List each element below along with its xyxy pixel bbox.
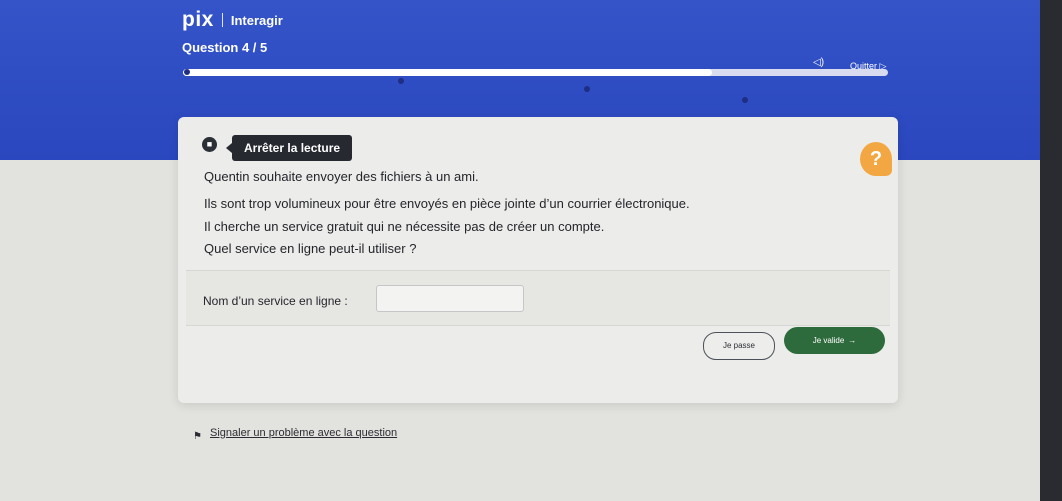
progress-fill <box>183 69 712 76</box>
progress-step-dot <box>184 69 190 75</box>
brand: pix Interagir <box>182 8 283 32</box>
app-name: Interagir <box>230 12 283 28</box>
screen-edge <box>1040 0 1062 501</box>
speaker-icon[interactable]: ◁) <box>813 57 824 68</box>
stop-reading-icon[interactable]: ■ <box>202 137 217 152</box>
answer-label: Nom d’un service en ligne : <box>203 294 348 308</box>
question-text-line: Ils sont trop volumineux pour être envoy… <box>204 196 690 211</box>
skip-button[interactable]: Je passe <box>703 332 775 360</box>
stop-reading-tooltip[interactable]: Arrêter la lecture <box>225 135 353 161</box>
question-prompt: Quel service en ligne peut-il utiliser ? <box>204 241 417 256</box>
arrow-right-icon: → <box>848 336 857 345</box>
progress-step-dot <box>742 97 748 103</box>
brand-separator <box>221 13 223 27</box>
progress-step-dot <box>398 78 404 84</box>
progress-step-dot <box>584 86 590 92</box>
validate-label: Je valide <box>812 336 845 345</box>
report-problem-link[interactable]: Signaler un problème avec la question <box>210 427 397 439</box>
question-text-line: Il cherche un service gratuit qui ne néc… <box>204 219 605 234</box>
pix-logo[interactable]: pix <box>182 8 214 32</box>
service-name-input[interactable] <box>376 285 524 312</box>
validate-button[interactable]: Je valide → <box>784 327 885 354</box>
progress-bar <box>183 69 888 76</box>
question-mark-icon[interactable]: ? <box>860 142 892 176</box>
flag-icon: ⚑ <box>193 431 202 442</box>
question-text-line: Quentin souhaite envoyer des fichiers à … <box>204 169 479 184</box>
question-counter: Question 4 / 5 <box>182 40 268 55</box>
